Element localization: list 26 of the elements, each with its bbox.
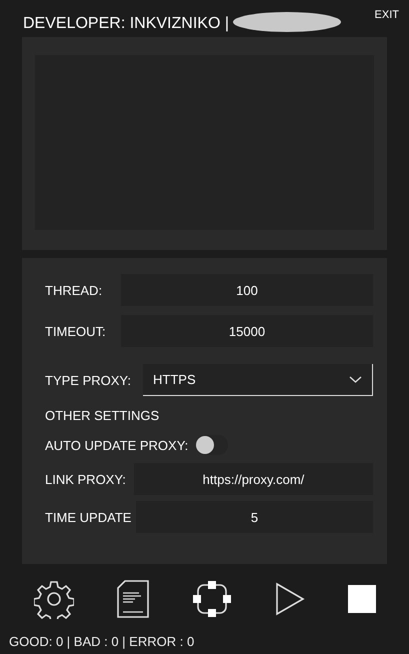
thread-label: THREAD:: [45, 282, 104, 298]
timeout-field[interactable]: 15000: [121, 315, 373, 347]
document-button[interactable]: [116, 580, 148, 618]
auto-update-label: AUTO UPDATE PROXY:: [45, 438, 188, 452]
exit-button[interactable]: EXIT: [374, 9, 399, 21]
stop-icon: [348, 585, 376, 613]
link-proxy-label: LINK PROXY:: [45, 472, 127, 486]
settings-icon: [34, 579, 74, 619]
play-button[interactable]: [274, 582, 304, 616]
play-icon: [274, 582, 304, 616]
type-proxy-label: TYPE PROXY:: [45, 372, 132, 388]
timeout-label: TIMEOUT:: [45, 324, 107, 338]
window-title: DEVELOPER: INKVIZNIKO |: [23, 15, 229, 33]
settings-button[interactable]: [34, 579, 74, 619]
time-update-field[interactable]: 5: [136, 501, 373, 533]
network-icon: [192, 580, 232, 618]
time-update-label: TIME UPDATE: [45, 510, 132, 524]
document-icon: [116, 580, 148, 618]
chevron-icon: [349, 376, 362, 383]
thread-field[interactable]: 100: [121, 274, 373, 306]
proxy-type-dropdown[interactable]: HTTPS: [143, 364, 373, 396]
section-heading: OTHER SETTINGS: [45, 408, 160, 423]
network-button[interactable]: [192, 580, 232, 618]
auto-update-toggle[interactable]: [196, 435, 228, 455]
link-proxy-field[interactable]: https://proxy.com/: [134, 463, 373, 495]
status-text: GOOD: 0 | BAD : 0 | ERROR : 0: [8, 634, 196, 649]
